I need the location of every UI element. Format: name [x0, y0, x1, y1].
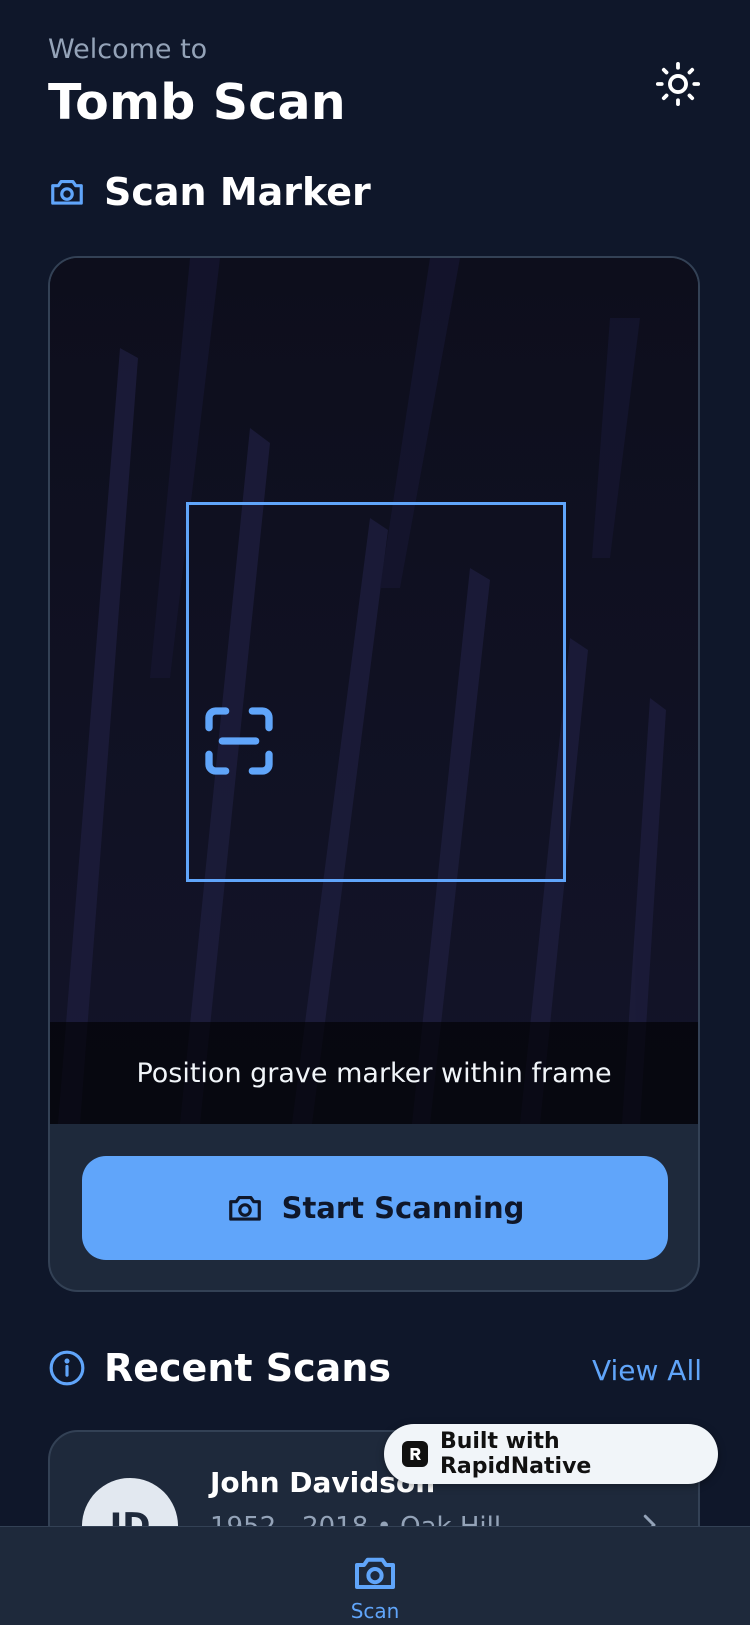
sun-icon — [655, 61, 701, 107]
scan-card: Position grave marker within frame Start… — [48, 256, 700, 1292]
camera-icon — [355, 1557, 395, 1589]
scan-section-header: Scan Marker — [48, 170, 371, 214]
start-scanning-label: Start Scanning — [281, 1191, 525, 1225]
app-title: Tomb Scan — [48, 74, 346, 131]
theme-toggle-button[interactable] — [652, 58, 704, 110]
welcome-label: Welcome to — [48, 34, 208, 65]
section-title: Recent Scans — [104, 1346, 391, 1390]
frame-hint-bar: Position grave marker within frame — [50, 1022, 698, 1124]
camera-viewfinder[interactable]: Position grave marker within frame — [50, 258, 698, 1124]
camera-icon — [51, 179, 83, 205]
tab-label: Scan — [350, 1599, 400, 1623]
rapidnative-logo-icon — [402, 1441, 428, 1467]
scan-frame — [186, 502, 566, 882]
camera-icon — [228, 1195, 261, 1221]
section-title: Scan Marker — [104, 170, 371, 214]
info-icon — [49, 1350, 85, 1386]
tab-bar: Scan — [0, 1526, 750, 1625]
scan-icon — [205, 707, 273, 775]
frame-hint-text: Position grave marker within frame — [136, 1057, 612, 1089]
view-all-link[interactable]: View All — [592, 1354, 702, 1387]
badge-text: Built with RapidNative — [439, 1429, 592, 1479]
start-scanning-button[interactable]: Start Scanning — [82, 1156, 668, 1260]
recent-section-header: Recent Scans — [48, 1346, 391, 1390]
tab-scan[interactable]: Scan — [325, 1527, 425, 1625]
built-with-badge[interactable]: Built with RapidNative — [384, 1424, 718, 1484]
